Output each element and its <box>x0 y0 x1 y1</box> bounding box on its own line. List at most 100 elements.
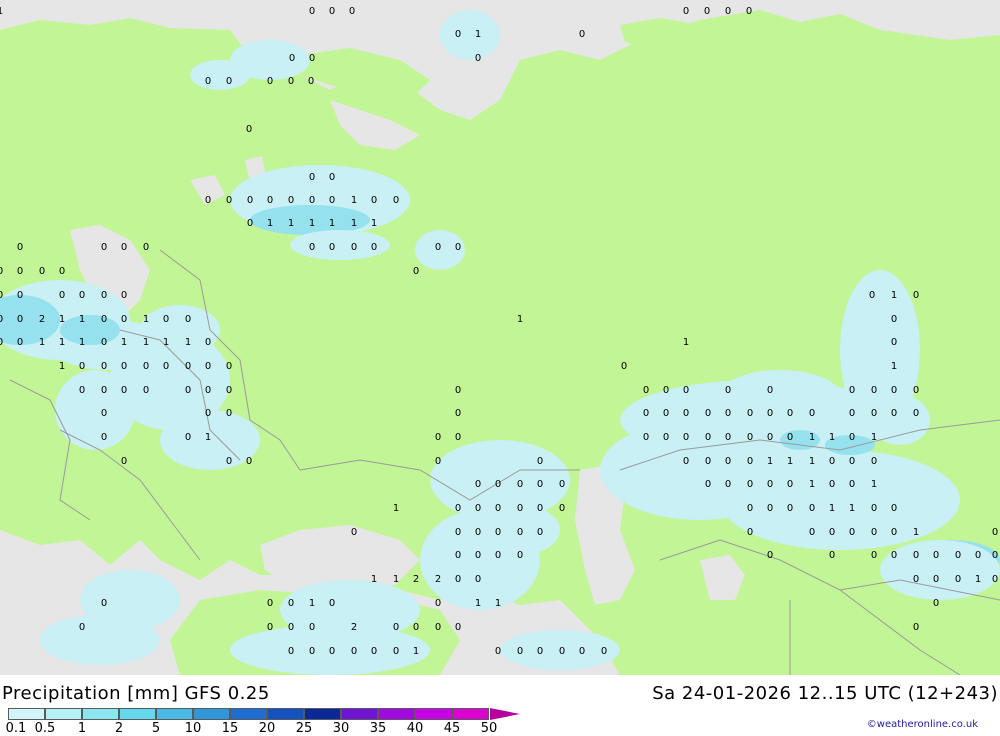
precip-value-label: 0 <box>787 479 793 490</box>
precip-value-label: 1 <box>393 503 399 514</box>
precip-value-label: 0 <box>725 432 731 443</box>
credit-link[interactable]: ©weatheronline.co.uk <box>867 719 978 730</box>
precip-value-label: 0 <box>621 361 627 372</box>
precip-value-label: 1 <box>267 218 273 229</box>
precip-value-label: 1 <box>809 456 815 467</box>
precip-value-label: 0 <box>101 290 107 301</box>
precip-value-label: 0 <box>246 456 252 467</box>
legend-tick-label: 5 <box>151 721 161 736</box>
precip-value-label: 0 <box>163 361 169 372</box>
precip-value-label: 1 <box>185 337 191 348</box>
precip-value-label: 0 <box>891 408 897 419</box>
precip-value-label: 1 <box>393 574 399 585</box>
precip-value-label: 0 <box>288 598 294 609</box>
precip-value-label: 0 <box>205 195 211 206</box>
precip-value-label: 1 <box>871 432 877 443</box>
precip-value-label: 0 <box>913 290 919 301</box>
precip-value-label: 0 <box>495 503 501 514</box>
map-canvas: 0 0 0 1 0 0 0 0 0 1 0 0 0 0 0 0 0 0 0 0 0 0 0 0 0 0 0 0 0 1 0 0 0 1 1 1 1 1 1 0… <box>0 0 1000 675</box>
precip-value-label: 0 <box>747 527 753 538</box>
precip-value-label: 0 <box>891 314 897 325</box>
precip-value-label: 0 <box>891 337 897 348</box>
precip-value-label: 0 <box>787 432 793 443</box>
precip-value-label: 0 <box>0 266 3 277</box>
precip-value-label: 0 <box>267 598 273 609</box>
precip-value-label: 0 <box>475 527 481 538</box>
precip-value-label: 0 <box>309 53 315 64</box>
precip-value-label: 1 <box>143 337 149 348</box>
precip-value-label: 0 <box>725 479 731 490</box>
precip-value-label: 0 <box>329 6 335 17</box>
precip-value-label: 1 <box>351 195 357 206</box>
precip-value-label: 1 <box>79 314 85 325</box>
precip-value-label: 0 <box>205 408 211 419</box>
precip-value-label: 1 <box>309 218 315 229</box>
precip-value-label: 0 <box>455 408 461 419</box>
precip-value-label: 0 <box>829 527 835 538</box>
precip-area <box>870 395 930 445</box>
precip-value-label: 0 <box>767 503 773 514</box>
precip-value-label: 0 <box>933 550 939 561</box>
precip-value-label: 1 <box>829 503 835 514</box>
precip-value-label: 0 <box>435 456 441 467</box>
precip-value-label: 0 <box>455 385 461 396</box>
precip-value-label: 0 <box>663 408 669 419</box>
precip-value-label: 0 <box>121 290 127 301</box>
precip-value-label: 0 <box>393 646 399 657</box>
precip-value-label: 0 <box>725 456 731 467</box>
precip-value-label: 0 <box>309 172 315 183</box>
precip-value-label: 0 <box>435 598 441 609</box>
precip-value-label: 0 <box>59 290 65 301</box>
precip-value-label: 0 <box>809 503 815 514</box>
precip-value-label: 0 <box>309 646 315 657</box>
precip-value-label: 0 <box>17 337 23 348</box>
precip-value-label: 0 <box>393 622 399 633</box>
precip-value-label: 0 <box>185 385 191 396</box>
precip-value-label: 0 <box>913 408 919 419</box>
precip-value-label: 1 <box>371 218 377 229</box>
precip-value-label: 0 <box>351 646 357 657</box>
precip-value-label: 0 <box>413 622 419 633</box>
precip-value-label: 0 <box>435 242 441 253</box>
precip-value-label: 0 <box>992 527 998 538</box>
precip-value-label: 0 <box>955 574 961 585</box>
precip-value-label: 0 <box>767 408 773 419</box>
precip-value-label: 0 <box>829 456 835 467</box>
precip-value-label: 0 <box>475 574 481 585</box>
precip-value-label: 1 <box>0 6 3 17</box>
precip-value-label: 0 <box>121 242 127 253</box>
legend-tick-label: 45 <box>443 721 461 736</box>
legend-tick-label: 25 <box>295 721 313 736</box>
precipitation-map: 0 0 0 1 0 0 0 0 0 1 0 0 0 0 0 0 0 0 0 0 0 0 0 0 0 0 0 0 0 1 0 0 0 1 1 1 1 1 1 0… <box>0 0 1000 675</box>
precip-value-label: 0 <box>849 432 855 443</box>
legend-tick-label: 2 <box>114 721 124 736</box>
precip-value-label: 0 <box>747 479 753 490</box>
precip-value-label: 1 <box>79 337 85 348</box>
precip-value-label: 0 <box>747 456 753 467</box>
precip-value-label: 0 <box>992 550 998 561</box>
precip-value-label: 2 <box>39 314 45 325</box>
precip-value-label: 1 <box>59 337 65 348</box>
precip-value-label: 1 <box>475 29 481 40</box>
precip-value-label: 0 <box>559 503 565 514</box>
legend-swatch <box>230 708 267 720</box>
precip-value-label: 0 <box>143 242 149 253</box>
precip-value-label: 0 <box>205 361 211 372</box>
precip-value-label: 0 <box>849 527 855 538</box>
precip-value-label: 0 <box>871 550 877 561</box>
precip-value-label: 0 <box>455 574 461 585</box>
precip-value-label: 1 <box>829 432 835 443</box>
precip-value-label: 0 <box>79 622 85 633</box>
precip-value-label: 1 <box>891 290 897 301</box>
precip-value-label: 0 <box>871 503 877 514</box>
precip-value-label: 0 <box>683 408 689 419</box>
precip-value-label: 0 <box>891 550 897 561</box>
precip-value-label: 0 <box>705 432 711 443</box>
precip-value-label: 1 <box>767 456 773 467</box>
precip-value-label: 0 <box>869 290 875 301</box>
precip-value-label: 1 <box>39 337 45 348</box>
precip-value-label: 0 <box>913 550 919 561</box>
precip-value-label: 0 <box>226 76 232 87</box>
precip-value-label: 0 <box>495 646 501 657</box>
precip-value-label: 0 <box>308 76 314 87</box>
